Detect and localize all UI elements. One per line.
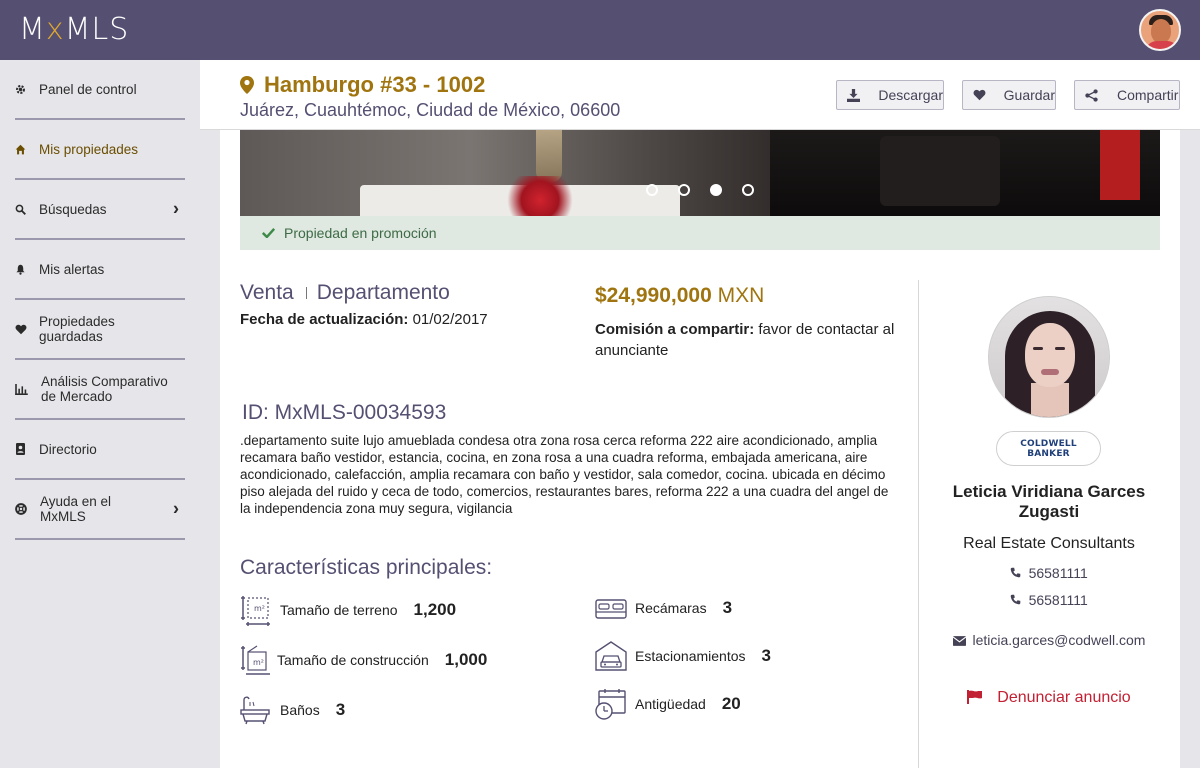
- phone-icon: [1010, 594, 1024, 608]
- sidebar: Panel de control Mis propiedades Búsqued…: [0, 60, 200, 768]
- agent-company: Real Estate Consultants: [963, 535, 1135, 552]
- property-description: .departamento suite lujo amueblada conde…: [240, 433, 889, 516]
- feature-built-size: m² Tamaño de construcción 1,000: [240, 644, 487, 676]
- operation-type: Venta Departamento: [240, 280, 450, 306]
- column-divider: [918, 280, 919, 768]
- promotion-banner: Propiedad en promoción: [240, 216, 1160, 250]
- user-avatar[interactable]: [1139, 9, 1181, 51]
- agent-phone[interactable]: 56581111: [948, 592, 1150, 608]
- price: $24,990,000 MXN: [595, 284, 765, 307]
- commission: Comisión a compartir: favor de contactar…: [595, 321, 895, 359]
- sidebar-item-label: Directorio: [39, 441, 97, 457]
- contact-card-icon: [15, 443, 39, 455]
- gear-icon: [15, 84, 39, 95]
- sidebar-item-label: Ayuda en el MxMLS: [40, 494, 112, 524]
- sidebar-item-label: Propiedades guardadas: [39, 314, 115, 344]
- feature-bedrooms: Recámaras 3: [595, 592, 732, 624]
- gallery-dot-active[interactable]: [710, 184, 722, 196]
- top-bar: MxMLS: [0, 0, 1200, 60]
- bathtub-icon: [240, 696, 270, 725]
- sidebar-item-label: Mis alertas: [39, 261, 105, 277]
- sidebar-item-directorio[interactable]: Directorio: [15, 420, 185, 480]
- page-title: Hamburgo #33 - 1002: [264, 72, 486, 97]
- bell-icon: [15, 264, 39, 275]
- agent-photo: [988, 296, 1110, 418]
- agent-email[interactable]: leticia.garces@codwell.com: [940, 632, 1158, 648]
- share-icon: [1085, 88, 1107, 102]
- promotion-text: Propiedad en promoción: [284, 225, 437, 241]
- search-icon: [15, 204, 39, 215]
- sidebar-item-ayuda[interactable]: Ayuda en el MxMLS ›: [15, 480, 185, 540]
- broker-logo: COLDWELL BANKER: [996, 431, 1101, 466]
- chevron-right-icon: ›: [173, 198, 179, 219]
- photo-gallery[interactable]: [240, 130, 1160, 216]
- sidebar-item-mis-propiedades[interactable]: Mis propiedades: [15, 120, 185, 180]
- report-listing-link[interactable]: Denunciar anuncio: [940, 689, 1158, 707]
- bar-chart-icon: [15, 383, 41, 395]
- sidebar-item-label: Búsquedas: [39, 201, 107, 217]
- update-date: Fecha de actualización: 01/02/2017: [240, 311, 488, 328]
- download-icon: [847, 88, 868, 102]
- sidebar-item-mis-alertas[interactable]: Mis alertas: [15, 240, 185, 300]
- calendar-clock-icon: [595, 689, 626, 720]
- garage-car-icon: [595, 641, 627, 671]
- feature-lot-size: m² Tamaño de terreno 1,200: [240, 594, 456, 626]
- feature-bathrooms: Baños 3: [240, 694, 345, 726]
- sidebar-item-label: Análisis Comparativo de Mercado: [41, 374, 168, 404]
- phone-icon: [1010, 567, 1024, 581]
- sidebar-item-panel-de-control[interactable]: Panel de control: [15, 60, 185, 120]
- operation-label: Venta: [240, 281, 294, 304]
- agent-name: Leticia Viridiana Garces Zugasti: [952, 482, 1146, 521]
- construction-size-icon: m²: [241, 645, 270, 675]
- lot-size-icon: m²: [241, 596, 270, 626]
- share-button[interactable]: Compartir: [1074, 80, 1180, 110]
- sidebar-item-label: Panel de control: [39, 81, 137, 97]
- sidebar-item-analisis-comparativo[interactable]: Análisis Comparativo de Mercado: [15, 360, 185, 420]
- property-type-label: Departamento: [316, 281, 450, 304]
- envelope-icon: [952, 632, 973, 648]
- svg-text:m²: m²: [253, 658, 264, 667]
- bed-icon: [595, 599, 627, 619]
- agent-phone[interactable]: 56581111: [948, 565, 1150, 581]
- property-id: ID: MxMLS-00034593: [242, 401, 447, 424]
- check-icon: [261, 225, 284, 241]
- chevron-right-icon: ›: [173, 498, 179, 519]
- feature-age: Antigüedad 20: [595, 688, 741, 720]
- home-icon: [15, 144, 39, 155]
- sidebar-item-busquedas[interactable]: Búsquedas ›: [15, 180, 185, 240]
- property-header: Hamburgo #33 - 1002 Juárez, Cuauhtémoc, …: [200, 60, 1200, 130]
- heart-icon: [973, 89, 994, 101]
- features-title: Características principales:: [240, 556, 493, 579]
- lifebuoy-icon: [15, 503, 40, 515]
- property-address: Juárez, Cuauhtémoc, Ciudad de México, 06…: [240, 100, 621, 120]
- sidebar-item-propiedades-guardadas[interactable]: Propiedades guardadas: [15, 300, 185, 360]
- gallery-dot[interactable]: [678, 184, 690, 196]
- feature-parking: Estacionamientos 3: [595, 640, 771, 672]
- gallery-dot[interactable]: [646, 184, 658, 196]
- svg-text:m²: m²: [254, 604, 265, 613]
- map-pin-icon: [240, 76, 254, 94]
- save-button[interactable]: Guardar: [962, 80, 1056, 110]
- mxmls-logo[interactable]: MxMLS: [19, 12, 129, 48]
- sidebar-item-label: Mis propiedades: [39, 141, 139, 157]
- download-button[interactable]: Descargar: [836, 80, 944, 110]
- gallery-dot[interactable]: [742, 184, 754, 196]
- flag-icon: [967, 690, 983, 704]
- heart-icon: [15, 324, 39, 335]
